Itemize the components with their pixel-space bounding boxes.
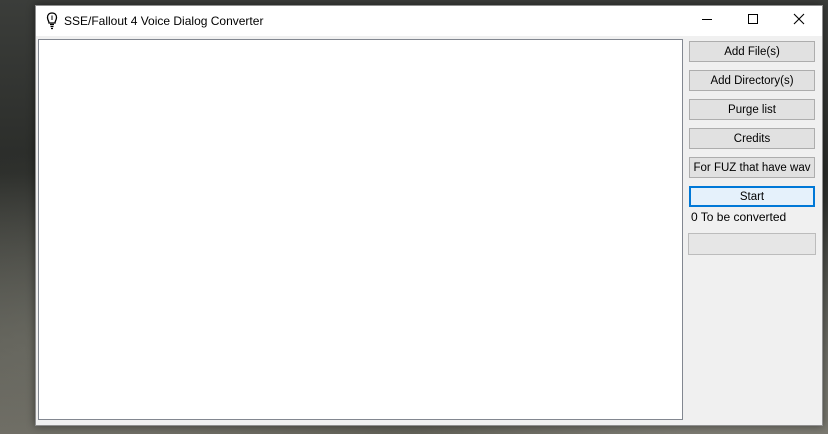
app-window: SSE/Fallout 4 Voice Dialog Converter Add… (35, 5, 823, 426)
minimize-button[interactable] (684, 6, 730, 36)
close-button[interactable] (776, 6, 822, 36)
close-icon (793, 12, 805, 30)
minimize-icon (701, 12, 713, 30)
app-icon (45, 12, 59, 30)
credits-button[interactable]: Credits (689, 128, 815, 149)
window-title: SSE/Fallout 4 Voice Dialog Converter (64, 14, 264, 28)
start-button[interactable]: Start (689, 186, 815, 207)
maximize-button[interactable] (730, 6, 776, 36)
add-files-button[interactable]: Add File(s) (689, 41, 815, 62)
conversion-count-label: 0 To be converted (691, 210, 787, 224)
title-bar[interactable]: SSE/Fallout 4 Voice Dialog Converter (36, 6, 822, 36)
file-list[interactable] (38, 39, 683, 420)
maximize-icon (747, 12, 759, 30)
progress-bar (688, 233, 816, 255)
add-directory-button[interactable]: Add Directory(s) (689, 70, 815, 91)
purge-list-button[interactable]: Purge list (689, 99, 815, 120)
fuz-wav-button[interactable]: For FUZ that have wav (689, 157, 815, 178)
